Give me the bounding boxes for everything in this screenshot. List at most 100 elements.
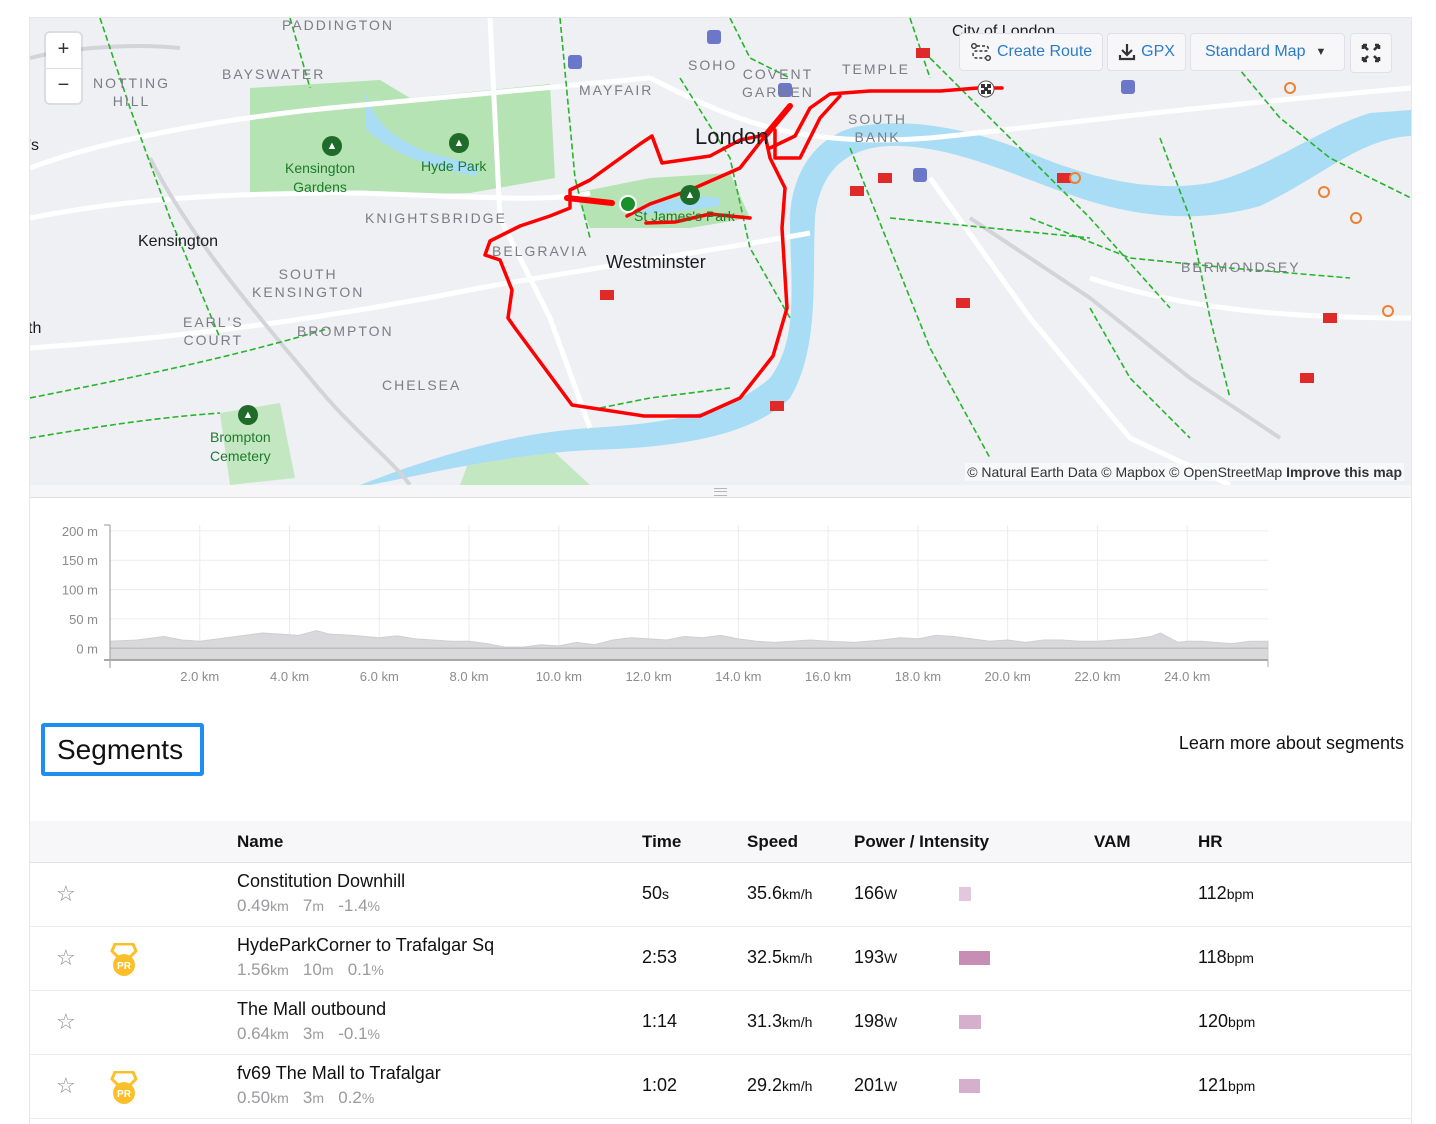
map-label-covent-garden: COVENT GARDEN [742, 66, 814, 100]
park-tree-icon: ▲ [322, 136, 342, 156]
map-label-soho: SOHO [688, 57, 738, 73]
col-header-speed[interactable]: Speed [747, 832, 798, 852]
segment-name-link[interactable]: The Mall outbound [237, 999, 386, 1020]
drag-handle-icon[interactable] [714, 488, 727, 496]
map-label-kensington: Kensington [138, 233, 219, 250]
segment-time: 50s [642, 883, 670, 903]
segment-name-link[interactable]: fv69 The Mall to Trafalgar [237, 1063, 441, 1084]
star-icon[interactable]: ☆ [56, 1075, 76, 1097]
map-label-chelsea: CHELSEA [382, 377, 462, 393]
route-icon [970, 42, 992, 62]
intensity-bar [959, 1079, 980, 1093]
segment-row[interactable]: ☆ The Mall outbound 0.64km 3m -0.1% 1:14… [30, 991, 1411, 1055]
map-toolbar: Create Route GPX Standard Map ▼ [959, 33, 1346, 71]
download-icon [1118, 43, 1136, 61]
col-header-power[interactable]: Power / Intensity [854, 832, 989, 852]
segment-stats: 0.64km 3m -0.1% [237, 1024, 380, 1043]
map-label-south-kensington: SOUTH KENSINGTON [252, 266, 365, 300]
map-label-mayfair: MAYFAIR [579, 82, 654, 98]
segment-row[interactable]: ☆ Constitution Downhill 0.49km 7m -1.4% … [30, 863, 1411, 927]
map-label-edge-s: 's [30, 137, 40, 154]
y-tick-label: 100 m [62, 583, 98, 598]
segment-power: 166W [854, 883, 898, 903]
segment-speed: 35.6km/h [747, 883, 813, 903]
x-tick-label: 12.0 km [625, 669, 671, 684]
segment-stats: 1.56km 10m 0.1% [237, 960, 384, 979]
x-tick-label: 6.0 km [360, 669, 399, 684]
col-header-vam[interactable]: VAM [1094, 832, 1131, 852]
x-tick-label: 8.0 km [450, 669, 489, 684]
segments-title: Segments [41, 723, 204, 776]
map-label-earls-court: EARL'S COURT [183, 314, 244, 348]
segment-name-link[interactable]: Constitution Downhill [237, 871, 405, 892]
improve-map-link[interactable]: Improve this map [1286, 464, 1402, 480]
gpx-download-button[interactable]: GPX [1107, 33, 1186, 71]
learn-more-segments-link[interactable]: Learn more about segments [1179, 733, 1404, 754]
col-header-name[interactable]: Name [237, 832, 283, 852]
gpx-label: GPX [1141, 43, 1175, 60]
map-label-temple: TEMPLE [842, 61, 911, 77]
route-map[interactable]: PADDINGTON BAYSWATER NOTTING HILL MAYFAI… [30, 18, 1411, 485]
segment-time: 1:02 [642, 1075, 678, 1095]
fullscreen-button[interactable] [1350, 33, 1392, 73]
pr-medal-icon: PR [110, 1070, 138, 1110]
elevation-chart-svg: 200 m 150 m 100 m 50 m 0 m 2.0 km 4.0 km 6.0 km… [62, 524, 1269, 684]
x-tick-label: 16.0 km [805, 669, 851, 684]
y-tick-label: 0 m [76, 641, 98, 656]
map-label-westminster: Westminster [606, 252, 706, 272]
map-label-london: London [695, 124, 769, 149]
park-tree-icon: ▲ [680, 185, 700, 205]
y-tick-label: 50 m [69, 612, 98, 627]
star-icon[interactable]: ☆ [56, 947, 76, 969]
park-label-st-james-park: St James's Park [634, 208, 735, 224]
zoom-out-button[interactable]: − [46, 68, 81, 103]
star-icon[interactable]: ☆ [56, 1011, 76, 1033]
segment-hr: 112bpm [1198, 883, 1254, 903]
segment-speed: 31.3km/h [747, 1011, 813, 1031]
route-finish-marker [977, 80, 995, 98]
segment-name-link[interactable]: HydeParkCorner to Trafalgar Sq [237, 935, 494, 956]
star-icon[interactable]: ☆ [56, 883, 76, 905]
map-resize-bar[interactable] [30, 485, 1411, 498]
segment-stats: 0.50km 3m 0.2% [237, 1088, 375, 1107]
zoom-in-button[interactable]: + [46, 33, 81, 68]
segment-row[interactable]: ☆ PR fv69 The Mall to Trafalgar 0.50km 3… [30, 1055, 1411, 1119]
elevation-area [109, 630, 1269, 661]
fullscreen-icon [1361, 43, 1381, 63]
col-header-time[interactable]: Time [642, 832, 681, 852]
park-label-kensington-gardens: Kensington Gardens [285, 160, 356, 195]
segment-time: 2:53 [642, 947, 678, 967]
segments-table-header: Name Time Speed Power / Intensity VAM HR [30, 821, 1411, 863]
park-label-hyde-park: Hyde Park [421, 158, 487, 174]
x-tick-label: 2.0 km [180, 669, 219, 684]
segment-power: 201W [854, 1075, 898, 1095]
segment-hr: 120bpm [1198, 1011, 1256, 1031]
segment-speed: 32.5km/h [747, 947, 813, 967]
map-style-label: Standard Map [1204, 43, 1306, 60]
attribution-text: © Natural Earth Data © Mapbox © OpenStre… [967, 464, 1283, 480]
park-tree-icon: ▲ [449, 133, 469, 153]
intensity-bar [959, 887, 971, 901]
map-label-south-bank: SOUTH BANK [848, 111, 907, 145]
svg-text:PR: PR [117, 1089, 132, 1100]
y-tick-label: 200 m [62, 524, 98, 539]
map-attribution: © Natural Earth Data © Mapbox © OpenStre… [965, 463, 1404, 481]
elevation-chart[interactable]: 200 m 150 m 100 m 50 m 0 m 2.0 km 4.0 km 6.0 km… [30, 515, 1290, 695]
park-label-brompton-cemetery: Brompton Cemetery [210, 429, 271, 464]
x-tick-label: 4.0 km [270, 669, 309, 684]
segment-time: 1:14 [642, 1011, 678, 1031]
map-label-belgravia: BELGRAVIA [492, 243, 589, 259]
segment-row[interactable]: ☆ PR HydeParkCorner to Trafalgar Sq 1.56… [30, 927, 1411, 991]
col-header-hr[interactable]: HR [1198, 832, 1223, 852]
map-zoom-control: + − [46, 33, 81, 103]
x-tick-label: 14.0 km [715, 669, 761, 684]
create-route-button[interactable]: Create Route [959, 33, 1104, 71]
map-label-paddington: PADDINGTON [282, 18, 395, 33]
map-label-edge-th: th [30, 320, 42, 337]
map-label-bayswater: BAYSWATER [222, 66, 326, 82]
segment-hr: 121bpm [1198, 1075, 1256, 1095]
map-label-notting-hill: NOTTING HILL [93, 75, 170, 109]
x-tick-label: 24.0 km [1164, 669, 1210, 684]
map-style-dropdown[interactable]: Standard Map ▼ [1189, 33, 1346, 71]
y-tick-label: 150 m [62, 553, 98, 568]
